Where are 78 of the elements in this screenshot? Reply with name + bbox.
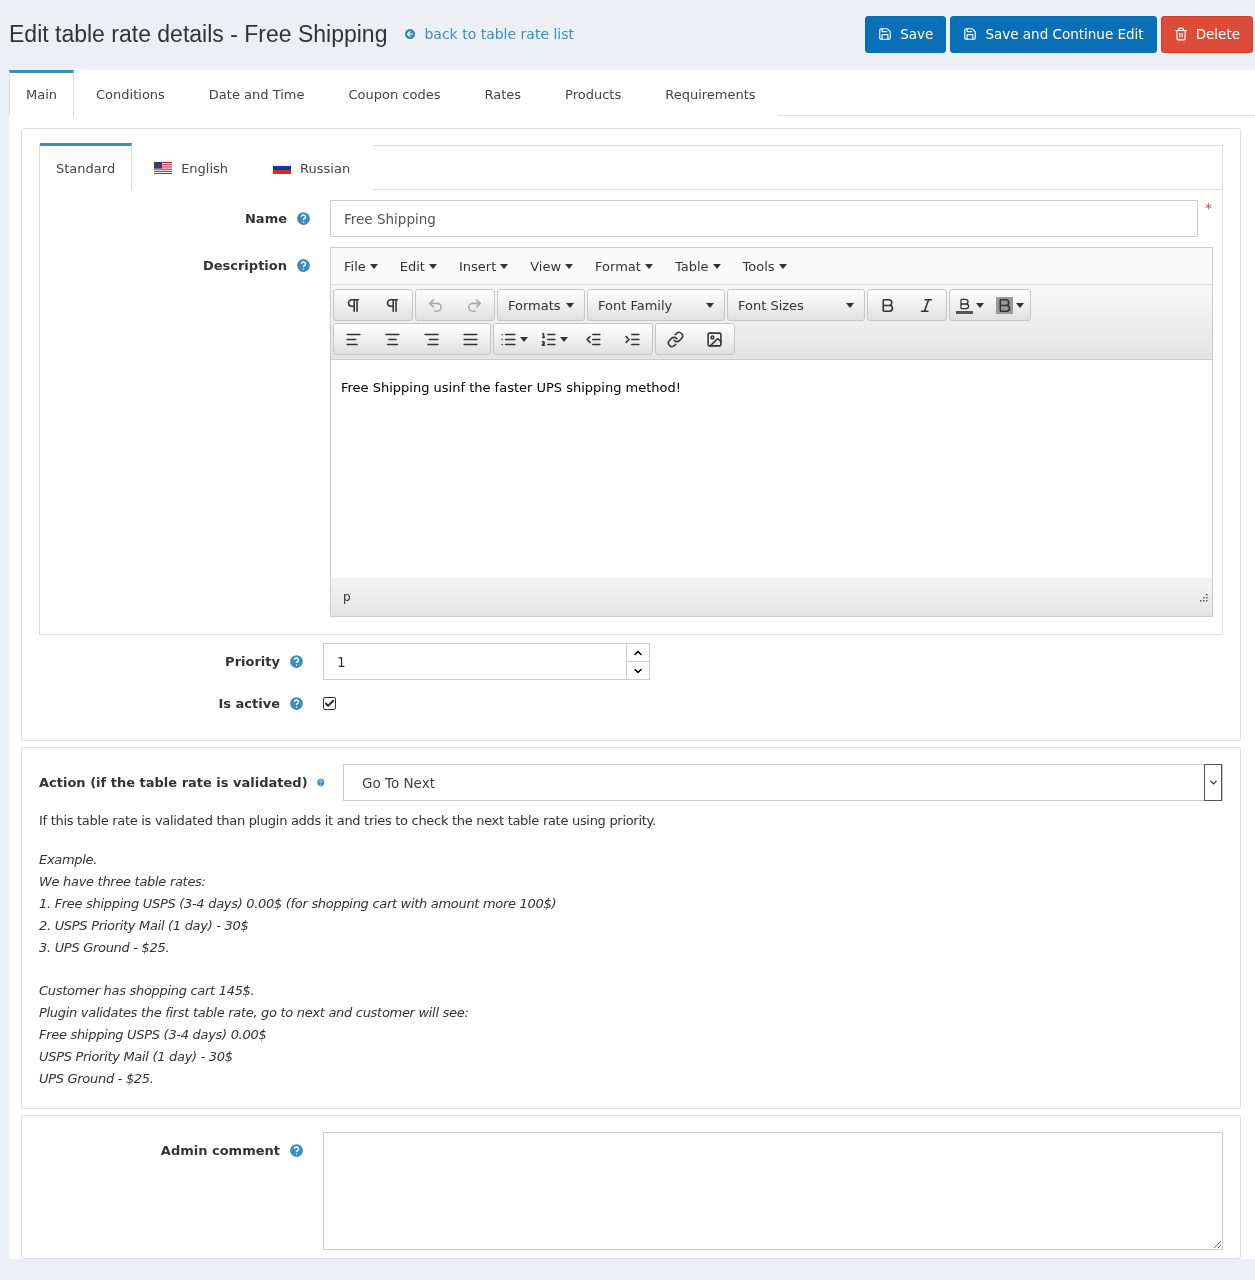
redo-icon: [466, 296, 483, 314]
editor-menu-item[interactable]: View: [521, 258, 583, 274]
caret-icon: [369, 263, 378, 269]
example-text: 2. USPS Priority Mail (1 day) - 30$: [39, 917, 250, 935]
help-icon[interactable]: [288, 695, 305, 712]
editor-dropdown[interactable]: Font Family: [588, 290, 724, 320]
element-path: p: [343, 590, 351, 604]
page-title: Edit table rate details - Free Shipping: [9, 20, 388, 48]
admin-comment-field[interactable]: [323, 1132, 1223, 1250]
pilcrow-icon: [345, 296, 362, 314]
highlight-color-icon: [996, 296, 1013, 314]
caret-icon: [976, 302, 984, 308]
caret-icon: [566, 302, 574, 308]
caret-icon: [565, 263, 574, 269]
save-button[interactable]: Save: [865, 15, 947, 53]
example-text: 3. UPS Ground - $25.: [39, 939, 171, 957]
language-tab[interactable]: Standard: [40, 143, 133, 190]
help-icon[interactable]: [295, 257, 312, 274]
editor-menu-item[interactable]: Format: [586, 258, 662, 274]
text-color-icon: [956, 296, 973, 314]
bold-icon: [879, 296, 896, 314]
undo-icon: [427, 296, 444, 314]
caret-icon: [706, 302, 714, 308]
field-label: Description: [202, 258, 287, 273]
field-label: Is active: [218, 696, 280, 711]
editor-menu-item[interactable]: Insert: [449, 258, 518, 274]
caret-icon: [520, 336, 528, 342]
help-text: If this table rate is validated than plugin adds it and tries to check the next table rate using priority.: [39, 813, 657, 828]
help-icon[interactable]: [288, 1142, 305, 1159]
editor-dropdown[interactable]: Formats: [498, 290, 584, 320]
editor-content[interactable]: Free Shipping usinf the faster UPS shipping method!: [331, 360, 1212, 578]
editor-menu-item[interactable]: Tools: [733, 258, 796, 274]
caret-icon: [712, 263, 721, 269]
flag-icon: [273, 162, 292, 174]
italic-icon: [918, 296, 935, 314]
caret-icon: [428, 263, 437, 269]
chevron-down-icon: [1207, 777, 1219, 788]
tab[interactable]: Main: [9, 70, 75, 116]
delete-button[interactable]: Delete: [1160, 15, 1253, 53]
caret-icon: [644, 263, 653, 269]
editor-dropdown[interactable]: Font Sizes: [728, 290, 864, 320]
example-text: Customer has shopping cart 145$.: [39, 982, 256, 1000]
help-icon[interactable]: [288, 653, 305, 670]
link-icon: [667, 330, 684, 348]
example-text: We have three table rates:: [39, 873, 207, 891]
language-tab[interactable]: English: [132, 143, 252, 190]
field-label: Priority: [225, 654, 280, 669]
editor-menu-item[interactable]: File: [335, 258, 387, 274]
example-text: Example.: [39, 851, 99, 869]
editor-menu-item[interactable]: Edit: [390, 258, 446, 274]
caret-icon: [778, 263, 787, 269]
example-text: Free shipping USPS (3-4 days) 0.00$: [39, 1026, 268, 1044]
resize-handle-icon[interactable]: [1199, 592, 1208, 602]
language-tab[interactable]: Russian: [251, 143, 374, 190]
action-select[interactable]: Go To Next: [343, 764, 1223, 801]
checkbox[interactable]: [323, 697, 336, 710]
help-icon[interactable]: [295, 210, 312, 227]
example-text: Plugin validates the first table rate, go to next and customer will see:: [39, 1004, 470, 1022]
editor-menu-item[interactable]: Table: [665, 258, 730, 274]
save-button[interactable]: Save and Continue Edit: [950, 15, 1157, 53]
trash-icon: [1173, 27, 1188, 41]
field-label: Admin comment: [160, 1143, 280, 1158]
example-text: UPS Ground - $25.: [39, 1070, 155, 1088]
field-label: Action (if the table rate is validated): [39, 775, 308, 790]
pilcrow-icon: [384, 296, 401, 314]
priority-value[interactable]: 1: [323, 643, 627, 680]
numbered-list-icon: [540, 330, 557, 348]
caret-icon: [1016, 302, 1024, 308]
example-text: 1. Free shipping USPS (3-4 days) 0.00$ (for shopping cart with amount more 100$): [39, 895, 558, 913]
image-icon: [706, 330, 723, 348]
caret-icon: [846, 302, 854, 308]
caret-icon: [560, 336, 568, 342]
flag-icon: [154, 162, 173, 174]
caret-icon: [500, 263, 509, 269]
field-label: Name: [245, 211, 287, 226]
example-text: USPS Priority Mail (1 day) - 30$: [39, 1048, 234, 1066]
required-mark: *: [1204, 200, 1213, 216]
name-input[interactable]: Free Shipping: [330, 200, 1198, 237]
